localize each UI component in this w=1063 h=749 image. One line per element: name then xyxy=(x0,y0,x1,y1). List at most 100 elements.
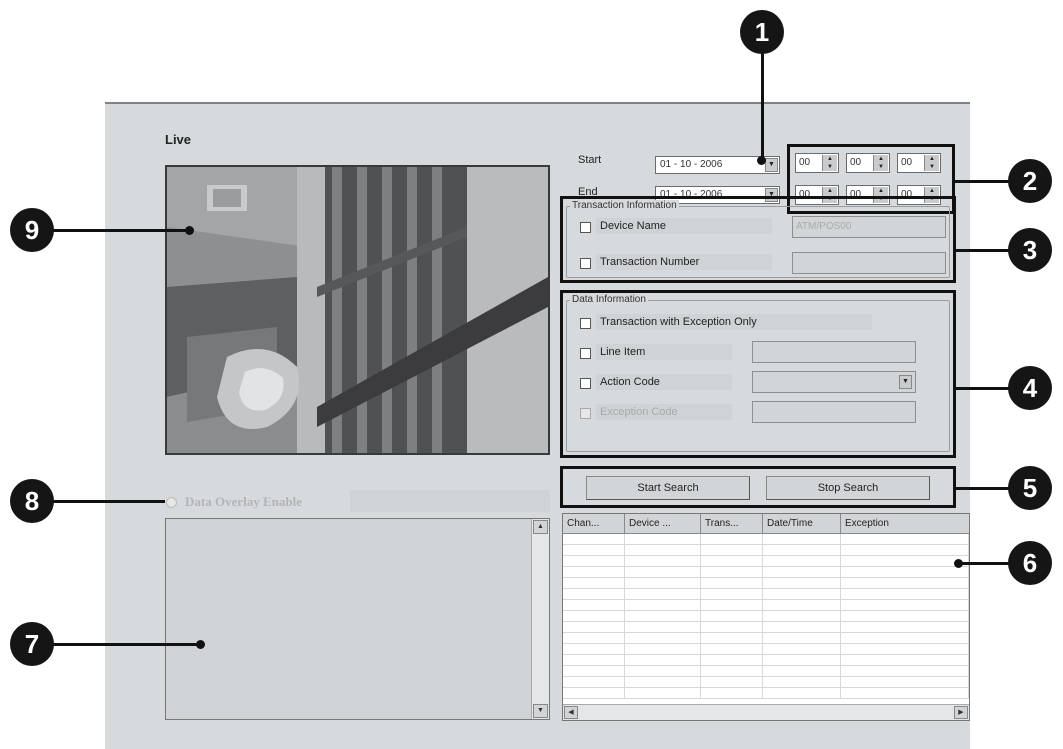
table-cell xyxy=(701,545,763,555)
table-cell xyxy=(763,622,841,632)
table-row[interactable] xyxy=(563,633,969,644)
scroll-down-icon[interactable]: ▼ xyxy=(533,704,548,718)
table-row[interactable] xyxy=(563,666,969,677)
exception-code-checkbox[interactable] xyxy=(580,408,591,419)
chevron-down-icon[interactable]: ▼ xyxy=(765,158,778,172)
scroll-right-icon[interactable]: ▶ xyxy=(954,706,968,719)
spin-arrows-icon[interactable]: ▲ ▼ xyxy=(924,155,939,171)
table-cell xyxy=(701,567,763,577)
table-cell xyxy=(841,644,969,654)
start-hour-spinner[interactable]: 00 ▲ ▼ xyxy=(795,153,839,173)
horizontal-scrollbar[interactable]: ◀ ▶ xyxy=(563,704,969,720)
table-cell xyxy=(625,578,701,588)
table-row[interactable] xyxy=(563,677,969,688)
table-cell xyxy=(563,633,625,643)
table-cell xyxy=(841,677,969,687)
vertical-scrollbar[interactable]: ▲ ▼ xyxy=(531,519,549,719)
column-header[interactable]: Exception xyxy=(841,514,969,533)
device-name-field[interactable]: ATM/POS00 xyxy=(792,216,946,238)
table-cell xyxy=(841,589,969,599)
callout-9-line xyxy=(50,229,190,232)
start-search-button[interactable]: Start Search xyxy=(586,476,750,500)
table-cell xyxy=(563,677,625,687)
callout-badge-8: 8 xyxy=(10,479,54,523)
table-cell xyxy=(763,633,841,643)
results-table-header: Chan... Device ... Trans... Date/Time Ex… xyxy=(563,514,969,534)
start-second-spinner[interactable]: 00 ▲ ▼ xyxy=(897,153,941,173)
start-minute-spinner[interactable]: 00 ▲ ▼ xyxy=(846,153,890,173)
device-name-checkbox[interactable] xyxy=(580,222,591,233)
table-row[interactable] xyxy=(563,644,969,655)
table-cell xyxy=(625,534,701,544)
exception-code-field[interactable] xyxy=(752,401,916,423)
table-cell xyxy=(701,644,763,654)
start-date-value: 01 - 10 - 2006 xyxy=(660,159,723,170)
action-code-select[interactable]: ▼ xyxy=(752,371,916,393)
column-header[interactable]: Chan... xyxy=(563,514,625,533)
column-header[interactable]: Device ... xyxy=(625,514,701,533)
callout-7-dot xyxy=(196,640,205,649)
table-cell xyxy=(625,567,701,577)
camera-image xyxy=(167,167,548,453)
table-cell xyxy=(841,556,969,566)
table-cell xyxy=(701,677,763,687)
table-row[interactable] xyxy=(563,600,969,611)
table-row[interactable] xyxy=(563,578,969,589)
line-item-checkbox[interactable] xyxy=(580,348,591,359)
exception-only-checkbox[interactable] xyxy=(580,318,591,329)
table-cell xyxy=(563,556,625,566)
callout-1-line xyxy=(761,38,764,158)
table-cell xyxy=(625,644,701,654)
table-cell xyxy=(763,688,841,698)
table-cell xyxy=(841,600,969,610)
transaction-number-checkbox[interactable] xyxy=(580,258,591,269)
table-cell xyxy=(625,545,701,555)
table-cell xyxy=(625,556,701,566)
table-cell xyxy=(763,666,841,676)
column-header[interactable]: Trans... xyxy=(701,514,763,533)
chevron-down-icon[interactable]: ▼ xyxy=(899,375,912,389)
callout-6-dot xyxy=(954,559,963,568)
table-cell xyxy=(625,655,701,665)
line-item-label: Line Item xyxy=(596,344,732,360)
stop-search-button[interactable]: Stop Search xyxy=(766,476,930,500)
table-row[interactable] xyxy=(563,556,969,567)
callout-badge-5: 5 xyxy=(1008,466,1052,510)
data-info-title: Data Information xyxy=(570,294,648,305)
callout-4-line xyxy=(956,387,1010,390)
table-cell xyxy=(841,611,969,621)
scroll-up-icon[interactable]: ▲ xyxy=(533,520,548,534)
table-row[interactable] xyxy=(563,545,969,556)
table-cell xyxy=(841,545,969,555)
callout-2-line xyxy=(955,180,1010,183)
scroll-left-icon[interactable]: ◀ xyxy=(564,706,578,719)
callout-5-line xyxy=(956,487,1010,490)
table-row[interactable] xyxy=(563,589,969,600)
table-cell xyxy=(841,534,969,544)
table-row[interactable] xyxy=(563,567,969,578)
spin-arrows-icon[interactable]: ▲ ▼ xyxy=(873,155,888,171)
action-code-checkbox[interactable] xyxy=(580,378,591,389)
table-cell xyxy=(841,567,969,577)
table-cell xyxy=(563,611,625,621)
table-cell xyxy=(701,633,763,643)
column-header[interactable]: Date/Time xyxy=(763,514,841,533)
data-overlay-radio[interactable] xyxy=(166,497,177,508)
overlay-label-bg xyxy=(350,490,550,512)
transaction-number-field[interactable] xyxy=(792,252,946,274)
table-cell xyxy=(563,567,625,577)
table-row[interactable] xyxy=(563,655,969,666)
line-item-field[interactable] xyxy=(752,341,916,363)
table-cell xyxy=(701,655,763,665)
spin-arrows-icon[interactable]: ▲ ▼ xyxy=(822,155,837,171)
callout-badge-2: 2 xyxy=(1008,159,1052,203)
callout-badge-6: 6 xyxy=(1008,541,1052,585)
table-row[interactable] xyxy=(563,688,969,699)
table-row[interactable] xyxy=(563,534,969,545)
results-table[interactable]: Chan... Device ... Trans... Date/Time Ex… xyxy=(562,513,970,721)
table-cell xyxy=(563,545,625,555)
table-row[interactable] xyxy=(563,611,969,622)
overlay-text-area[interactable]: ▲ ▼ xyxy=(165,518,550,720)
table-row[interactable] xyxy=(563,622,969,633)
table-cell xyxy=(701,556,763,566)
